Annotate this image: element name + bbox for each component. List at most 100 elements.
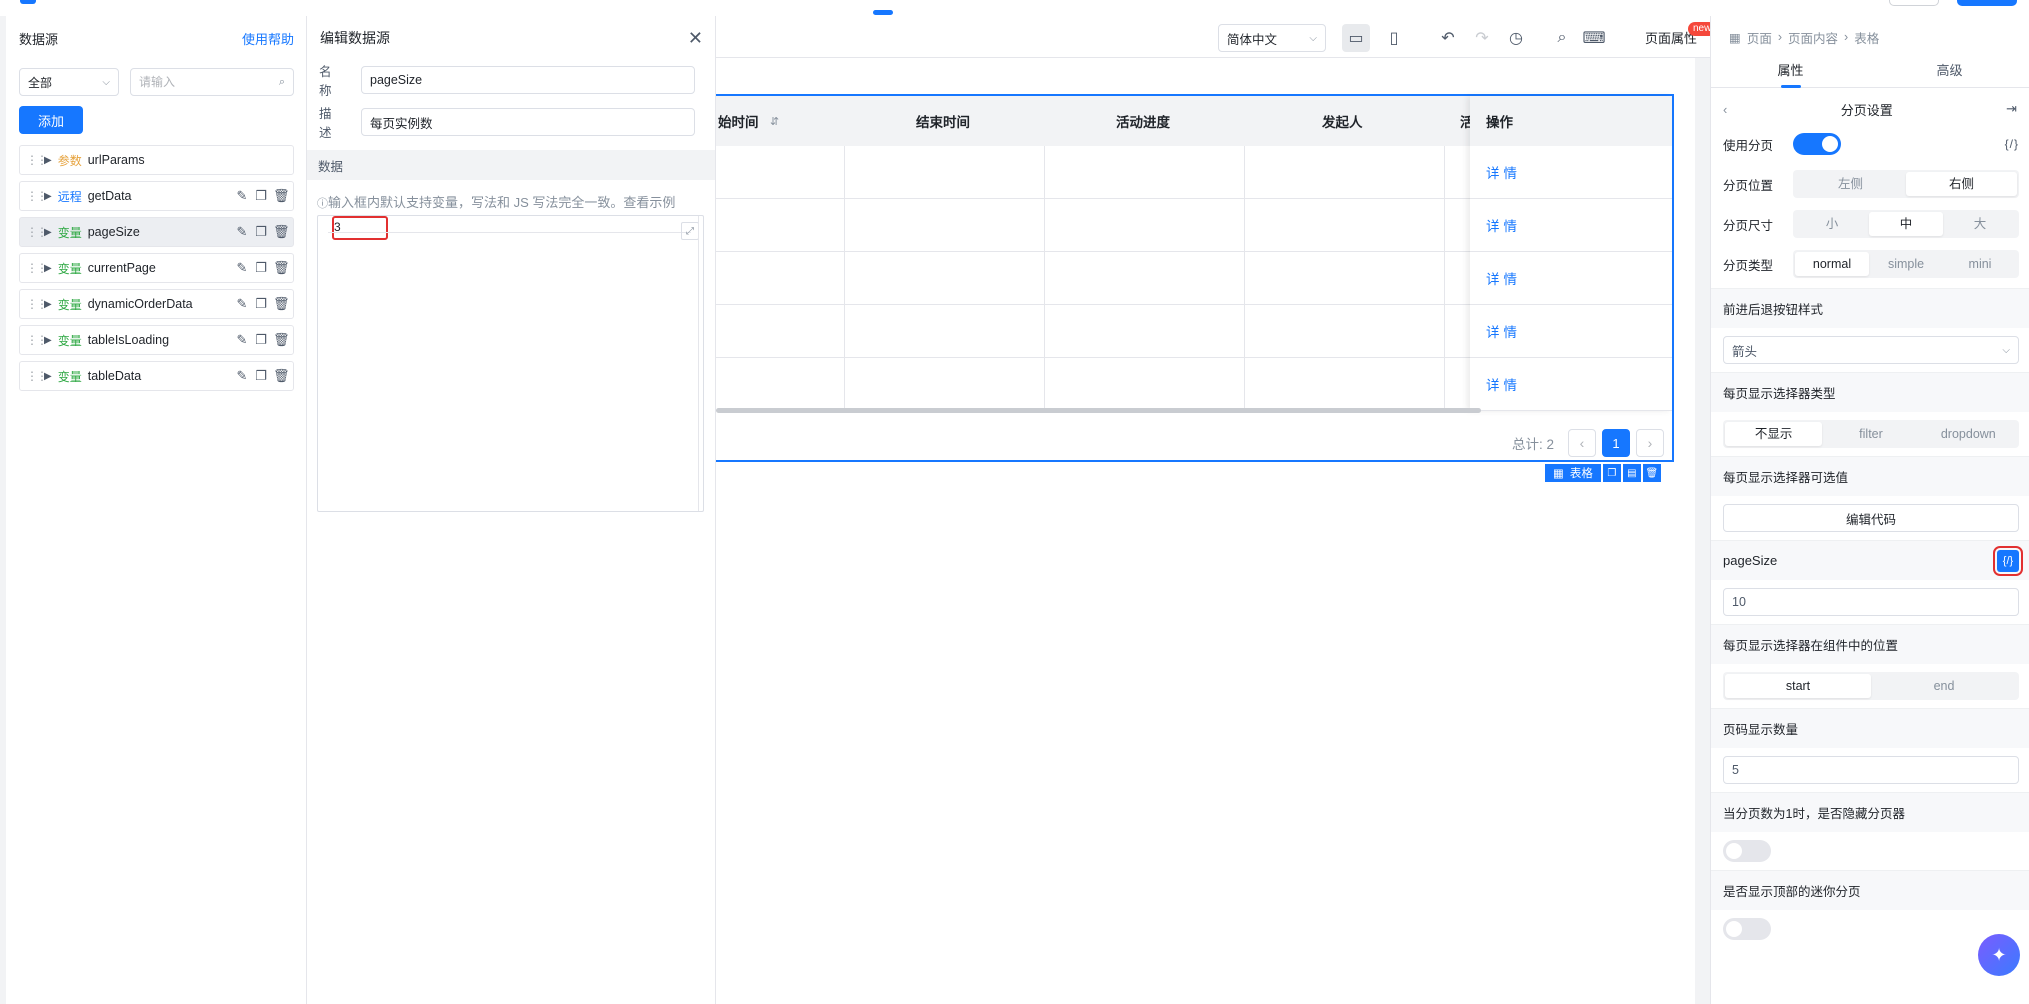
- code-toggle-icon[interactable]: {/}: [2005, 137, 2019, 151]
- back-icon[interactable]: ‹: [1723, 102, 1727, 117]
- edit-icon[interactable]: ✎: [235, 188, 249, 204]
- history-icon[interactable]: ◷: [1502, 24, 1530, 52]
- position-right[interactable]: 右侧: [1906, 172, 2017, 196]
- desktop-view-icon[interactable]: ▭: [1342, 24, 1370, 52]
- horizontal-scrollbar[interactable]: [716, 408, 1481, 413]
- delete-icon[interactable]: 🗑: [273, 188, 290, 204]
- column-header[interactable]: 发起人: [1322, 111, 1363, 131]
- expand-caret-icon[interactable]: ▶: [44, 155, 52, 166]
- mobile-view-icon[interactable]: ▯: [1380, 24, 1408, 52]
- tab-advanced[interactable]: 高级: [1870, 58, 2029, 87]
- selector-position-end[interactable]: end: [1871, 674, 2017, 698]
- add-datasource-button[interactable]: 添加: [19, 106, 83, 134]
- pagesize-input[interactable]: 10: [1723, 588, 2019, 616]
- drag-handle-icon[interactable]: ⋮⋮: [26, 225, 48, 239]
- list-item[interactable]: ⋮⋮ ▶ 变量 tableIsLoading ✎ ❐ 🗑: [19, 325, 294, 355]
- page-count-input[interactable]: 5: [1723, 756, 2019, 784]
- delete-icon[interactable]: 🗑: [273, 224, 290, 240]
- expand-caret-icon[interactable]: ▶: [44, 335, 52, 346]
- breadcrumb-item[interactable]: 表格: [1854, 28, 1879, 47]
- size-medium[interactable]: 中: [1869, 212, 1943, 236]
- column-header[interactable]: 始时间: [718, 111, 759, 131]
- selector-type-filter[interactable]: filter: [1822, 422, 1919, 446]
- close-icon[interactable]: ✕: [688, 28, 703, 49]
- keyboard-icon[interactable]: ⌨: [1580, 24, 1608, 52]
- duplicate-icon[interactable]: ▤: [1622, 464, 1641, 482]
- editor-scrollbar[interactable]: [698, 216, 703, 511]
- type-simple[interactable]: simple: [1869, 252, 1943, 276]
- detail-link[interactable]: 详情: [1470, 199, 1672, 252]
- variable-binding-icon[interactable]: {/}: [1993, 545, 2023, 576]
- copy-icon[interactable]: ❐: [254, 224, 268, 240]
- use-paging-toggle[interactable]: [1793, 133, 1841, 155]
- copy-icon[interactable]: ❐: [1602, 464, 1621, 482]
- list-item[interactable]: ⋮⋮ ▶ 变量 pageSize ✎ ❐ 🗑: [19, 217, 294, 247]
- hide-single-toggle[interactable]: [1723, 840, 1771, 862]
- detail-link[interactable]: 详情: [1470, 146, 1672, 199]
- drag-handle-icon[interactable]: ⋮⋮: [26, 189, 48, 203]
- exit-icon[interactable]: ⇥: [2006, 101, 2017, 117]
- list-item[interactable]: ⋮⋮ ▶ 参数 urlParams: [19, 145, 294, 175]
- datasource-search[interactable]: ⌕: [130, 68, 294, 96]
- expand-caret-icon[interactable]: ▶: [44, 371, 52, 382]
- copy-icon[interactable]: ❐: [254, 296, 268, 312]
- description-field[interactable]: 每页实例数: [361, 108, 695, 136]
- list-item[interactable]: ⋮⋮ ▶ 远程 getData ✎ ❐ 🗑: [19, 181, 294, 211]
- edit-icon[interactable]: ✎: [235, 224, 249, 240]
- ai-assistant-icon[interactable]: ✦: [1978, 934, 2020, 976]
- delete-icon[interactable]: 🗑: [273, 260, 290, 276]
- drag-handle-icon[interactable]: ⋮⋮: [26, 369, 48, 383]
- drag-handle-icon[interactable]: ⋮⋮: [26, 333, 48, 347]
- detail-link[interactable]: 详情: [1470, 305, 1672, 358]
- component-label[interactable]: ▦ 表格: [1545, 464, 1601, 482]
- expand-caret-icon[interactable]: ▶: [44, 299, 52, 310]
- mini-top-toggle[interactable]: [1723, 918, 1771, 940]
- copy-icon[interactable]: ❐: [254, 260, 268, 276]
- help-link[interactable]: 使用帮助: [242, 29, 294, 48]
- column-header[interactable]: 活动进度: [1116, 111, 1170, 131]
- list-item[interactable]: ⋮⋮ ▶ 变量 tableData ✎ ❐ 🗑: [19, 361, 294, 391]
- prev-page-icon[interactable]: ‹: [1568, 429, 1596, 457]
- expand-caret-icon[interactable]: ▶: [44, 227, 52, 238]
- expand-icon[interactable]: ⤢: [681, 222, 699, 240]
- code-editor[interactable]: 3 ⤢: [317, 215, 704, 512]
- delete-icon[interactable]: 🗑: [1642, 464, 1661, 482]
- delete-icon[interactable]: 🗑: [273, 368, 290, 384]
- detail-link[interactable]: 详情: [1470, 358, 1672, 411]
- undo-icon[interactable]: ↶: [1434, 24, 1462, 52]
- selector-type-dropdown[interactable]: dropdown: [1920, 422, 2017, 446]
- language-select[interactable]: 简体中文 ⌵: [1218, 24, 1326, 52]
- position-left[interactable]: 左侧: [1795, 172, 1906, 196]
- drag-handle-icon[interactable]: ⋮⋮: [26, 297, 48, 311]
- next-page-icon[interactable]: ›: [1636, 429, 1664, 457]
- copy-icon[interactable]: ❐: [254, 368, 268, 384]
- expand-caret-icon[interactable]: ▶: [44, 191, 52, 202]
- sort-icon[interactable]: ⇵: [770, 115, 779, 128]
- nav-style-select[interactable]: 箭头 ⌵: [1723, 336, 2019, 364]
- breadcrumb-item[interactable]: 页面内容: [1788, 28, 1838, 47]
- edit-icon[interactable]: ✎: [235, 260, 249, 276]
- selector-position-start[interactable]: start: [1725, 674, 1871, 698]
- copy-icon[interactable]: ❐: [254, 188, 268, 204]
- tab-properties[interactable]: 属性: [1711, 58, 1870, 88]
- list-item[interactable]: ⋮⋮ ▶ 变量 dynamicOrderData ✎ ❐ 🗑: [19, 289, 294, 319]
- copy-icon[interactable]: ❐: [254, 332, 268, 348]
- selector-type-none[interactable]: 不显示: [1725, 422, 1823, 446]
- page-number[interactable]: 1: [1602, 429, 1630, 457]
- detail-link[interactable]: 详情: [1470, 252, 1672, 305]
- type-normal[interactable]: normal: [1795, 252, 1869, 276]
- edit-icon[interactable]: ✎: [235, 368, 249, 384]
- delete-icon[interactable]: 🗑: [273, 296, 290, 312]
- column-header[interactable]: 结束时间: [916, 111, 970, 131]
- table-component[interactable]: 始时间 ⇵ 结束时间 活动进度 发起人 活 操作 详情 详情 详情 详情 详情 …: [716, 94, 1674, 462]
- drag-handle-icon[interactable]: ⋮⋮: [26, 261, 48, 275]
- list-item[interactable]: ⋮⋮ ▶ 变量 currentPage ✎ ❐ 🗑: [19, 253, 294, 283]
- publish-button[interactable]: [1957, 0, 2017, 6]
- preview-button[interactable]: [1889, 0, 1939, 6]
- delete-icon[interactable]: 🗑: [273, 332, 290, 348]
- size-small[interactable]: 小: [1795, 212, 1869, 236]
- type-filter-select[interactable]: 全部 ⌵: [19, 68, 119, 96]
- search-icon[interactable]: ⌕: [1548, 24, 1576, 52]
- edit-code-button[interactable]: 编辑代码: [1723, 504, 2019, 532]
- drag-handle-icon[interactable]: ⋮⋮: [26, 153, 48, 167]
